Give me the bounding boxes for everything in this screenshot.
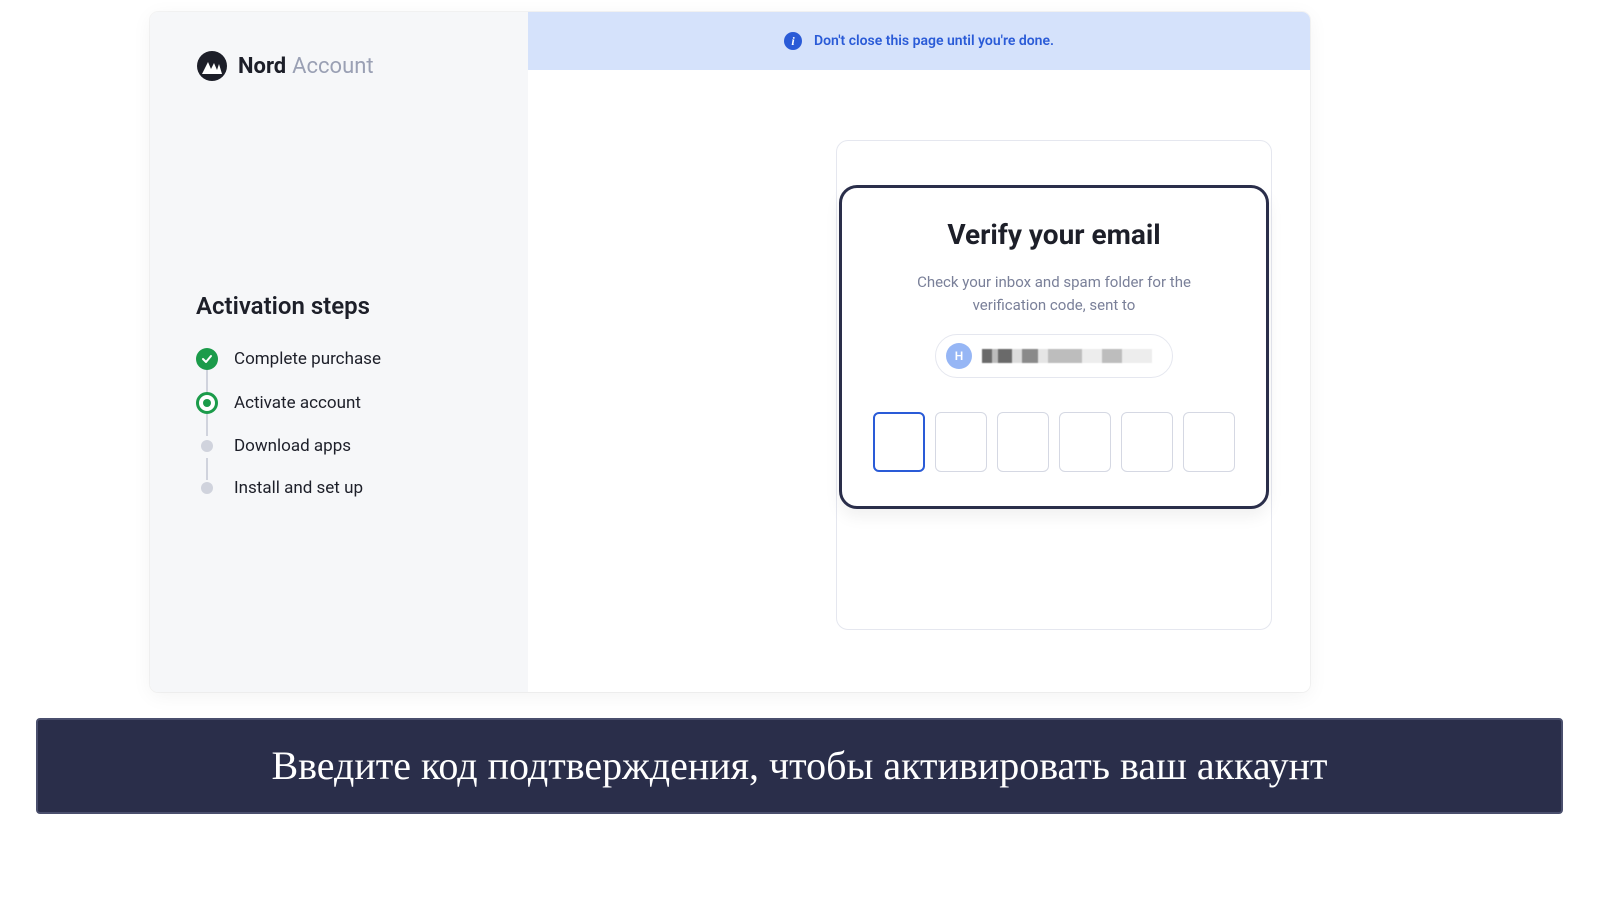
verify-card: Verify your email Check your inbox and s… [839,185,1269,509]
avatar: H [946,343,972,369]
brand-logo: Nord Account [196,50,482,82]
info-banner: i Don't close this page until you're don… [528,12,1310,70]
main-content: i Don't close this page until you're don… [528,12,1310,692]
caption-overlay: Введите код подтверждения, чтобы активир… [36,718,1563,814]
code-digit-2[interactable] [935,412,987,472]
banner-text: Don't close this page until you're done. [814,33,1054,49]
active-step-icon [196,392,218,414]
verify-card-outer: Verify your email Check your inbox and s… [836,140,1272,630]
brand-name-strong: Nord [238,54,286,79]
step-label: Download apps [234,436,351,456]
step-connector [206,414,208,436]
sidebar: Nord Account Activation steps Complete p… [150,12,528,692]
email-redacted [982,349,1152,363]
verify-title: Verify your email [872,218,1236,251]
step-label: Install and set up [234,478,363,498]
steps-list: Complete purchase Activate account Downl… [196,348,482,498]
info-icon: i [784,32,802,50]
step-download-apps: Download apps [196,436,482,456]
email-pill: H [935,334,1173,378]
step-label: Activate account [234,393,361,413]
activation-steps-title: Activation steps [196,292,482,320]
code-digit-3[interactable] [997,412,1049,472]
pending-step-icon [201,440,213,452]
verification-code-row [872,412,1236,472]
step-connector [206,458,208,480]
step-install-setup: Install and set up [196,478,482,498]
verify-description: Check your inbox and spam folder for the… [872,271,1236,316]
step-activate-account: Activate account [196,392,482,414]
brand-name-light: Account [292,54,373,79]
code-digit-5[interactable] [1121,412,1173,472]
code-digit-4[interactable] [1059,412,1111,472]
nord-logo-icon [196,50,228,82]
step-complete-purchase: Complete purchase [196,348,482,370]
pending-step-icon [201,482,213,494]
brand-name: Nord Account [238,54,374,79]
app-window: Nord Account Activation steps Complete p… [150,12,1310,692]
code-digit-6[interactable] [1183,412,1235,472]
code-digit-1[interactable] [873,412,925,472]
step-label: Complete purchase [234,349,381,369]
step-connector [206,370,208,392]
check-circle-icon [196,348,218,370]
caption-text: Введите код подтверждения, чтобы активир… [271,742,1327,790]
